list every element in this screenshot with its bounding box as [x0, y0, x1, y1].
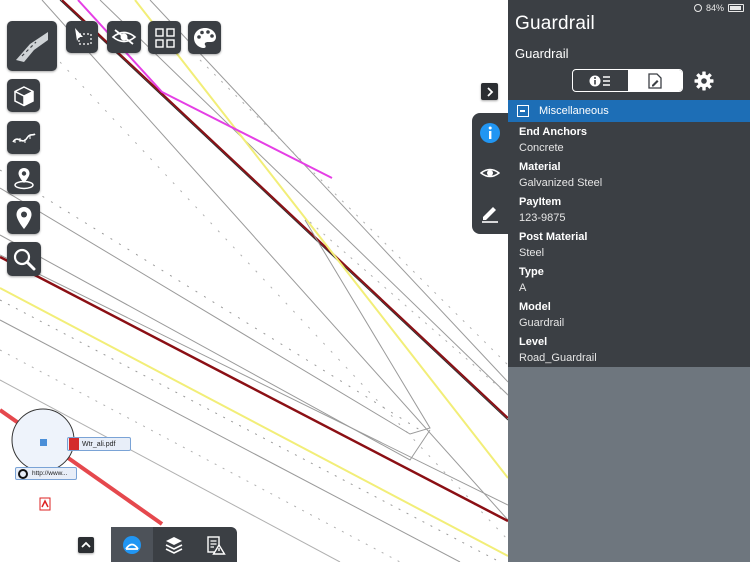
segment-info[interactable] [573, 70, 628, 91]
tab-view[interactable] [111, 527, 153, 562]
chevron-up-icon [81, 541, 91, 548]
property-value: Steel [519, 247, 545, 259]
select-area-button[interactable] [66, 21, 98, 53]
property-key: PayItem [519, 196, 562, 208]
property-list: End Anchors Concrete Material Galvanized… [508, 122, 750, 367]
property-key: Model [519, 301, 551, 313]
location-tracking-button[interactable] [7, 161, 40, 194]
map-pin-icon [16, 206, 31, 229]
eye-icon [480, 168, 500, 178]
bottom-tab-bar [111, 527, 237, 562]
property-row: Level Road_Guardrail [508, 332, 750, 367]
road-model-button[interactable] [7, 21, 57, 71]
road-edge-line [149, 0, 508, 383]
property-value: A [519, 282, 527, 294]
cube-icon [13, 85, 34, 106]
battery-percent: 84% [705, 3, 724, 13]
chevron-right-icon [486, 86, 493, 97]
tab-issues[interactable] [195, 527, 237, 562]
road-icon [16, 32, 48, 62]
property-key: Material [519, 161, 561, 173]
gear-icon [694, 71, 714, 91]
panel-subtitle: Guardrail [515, 46, 569, 61]
pdf-attachment-label: Wtr_ali.pdf [82, 440, 116, 448]
property-value: Galvanized Steel [519, 177, 603, 189]
property-row: Type A [508, 262, 750, 297]
3d-view-button[interactable] [7, 79, 40, 112]
road-edge-line [59, 0, 508, 421]
link-attachment-label: http://www... [32, 470, 68, 477]
search-button[interactable] [7, 242, 41, 276]
selection-handle [40, 439, 47, 446]
display-style-button[interactable] [188, 21, 221, 54]
grid-view-button[interactable] [148, 21, 181, 54]
battery-icon [728, 4, 744, 12]
alignment-button[interactable] [7, 121, 40, 154]
panel-side-tabs [472, 113, 508, 234]
document-edit-icon [648, 72, 662, 89]
layers-icon [165, 536, 183, 554]
property-key: Post Material [519, 231, 588, 243]
status-bar: 84% [693, 3, 744, 13]
road-centerline [0, 255, 508, 523]
property-row: End Anchors Concrete [508, 122, 750, 157]
road-edge-line [309, 221, 508, 396]
ramp-edge-line [0, 187, 431, 435]
select-area-icon [75, 28, 92, 45]
view-icon [123, 535, 141, 554]
property-row: Model Guardrail [508, 297, 750, 332]
place-marker-button[interactable] [7, 201, 40, 234]
property-value: Concrete [519, 142, 564, 154]
panel-title: Guardrail [515, 13, 595, 34]
road-edge-line [29, 29, 508, 541]
orientation-lock-icon [693, 4, 702, 12]
panel-empty-area [508, 367, 750, 562]
tab-visibility[interactable] [472, 153, 508, 193]
view-mode-toggle [572, 69, 683, 92]
info-icon [480, 123, 500, 143]
pencil-icon [482, 207, 498, 223]
collapse-panel-button[interactable] [481, 83, 498, 100]
info-list-icon [589, 75, 611, 86]
property-key: End Anchors [519, 126, 588, 138]
hide-elements-button[interactable] [107, 21, 141, 53]
segment-document[interactable] [627, 70, 682, 91]
pdf-attachment-chip[interactable]: Wtr_ali.pdf [67, 437, 131, 451]
property-row: Material Galvanized Steel [508, 157, 750, 192]
expand-up-button[interactable] [78, 537, 94, 553]
road-lane-yellow [134, 0, 508, 479]
report-warning-icon [207, 535, 226, 555]
eye-slash-icon [111, 29, 137, 45]
property-key: Level [519, 336, 548, 348]
alignment-icon [11, 132, 36, 143]
collapse-icon [517, 105, 529, 117]
property-value: Road_Guardrail [519, 352, 597, 364]
section-label: Miscellaneous [539, 105, 609, 117]
section-header-miscellaneous[interactable]: Miscellaneous [508, 100, 750, 122]
settings-button[interactable] [694, 71, 714, 96]
palette-icon [193, 27, 216, 48]
property-row: Post Material Steel [508, 227, 750, 262]
ramp-edge-line [0, 169, 421, 431]
road-edge-line [199, 59, 508, 366]
properties-panel: 84% Guardrail Guardrail Miscellaneous En… [508, 0, 750, 562]
property-value: Guardrail [519, 317, 565, 329]
tab-properties[interactable] [472, 113, 508, 153]
search-icon [13, 248, 36, 271]
pdf-icon [39, 497, 51, 511]
link-attachment-chip[interactable]: http://www... [15, 467, 77, 480]
property-row: PayItem 123-9875 [508, 192, 750, 227]
link-icon [18, 468, 28, 479]
grid-icon [154, 27, 175, 48]
property-key: Type [519, 266, 544, 278]
tab-layers[interactable] [153, 527, 195, 562]
road-edge-line [99, 0, 508, 396]
tab-markup[interactable] [472, 193, 508, 233]
location-person-icon [13, 167, 34, 189]
property-value: 123-9875 [519, 212, 566, 224]
pdf-icon [69, 438, 79, 450]
